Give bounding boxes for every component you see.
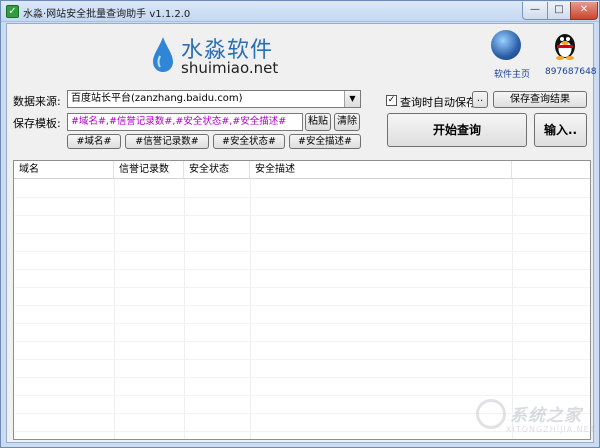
autosave-label: 查询时自动保存 [400,96,477,109]
column-header-domain[interactable]: 域名 [14,161,114,179]
column-divider [184,179,185,439]
row-divider [14,377,590,378]
clear-button[interactable]: 清除 [334,113,360,131]
window-title: 水淼·网站安全批量查询助手 v1.1.2.0 [23,9,191,20]
minimize-button[interactable]: — [522,2,548,20]
logo-domain-text: shuimiao.net [181,59,279,77]
source-select[interactable]: 百度站长平台(zanzhang.baidu.com) ▼ [67,90,361,108]
source-selected-value: 百度站长平台(zanzhang.baidu.com) [71,93,243,104]
token-safety-desc-button[interactable]: #安全描述# [289,134,361,149]
water-drop-icon [153,37,173,72]
qq-number-link[interactable]: 897687648 [545,67,597,77]
row-divider [14,251,590,252]
home-page-link[interactable]: 软件主页 [494,67,530,80]
row-divider [14,269,590,270]
column-divider [250,179,251,439]
title-bar[interactable]: ✓ 水淼·网站安全批量查询助手 v1.1.2.0 — □ ✕ [1,1,599,22]
qq-penguin-icon[interactable] [552,28,578,60]
paste-button[interactable]: 粘贴 [305,113,331,131]
globe-icon[interactable] [491,30,521,60]
check-icon: ✓ [6,5,19,18]
template-label: 保存模板: [13,117,61,130]
brand-logo: 水淼软件 shuimiao.net [147,30,297,80]
column-header-safety-desc[interactable]: 安全描述 [250,161,512,179]
close-button[interactable]: ✕ [570,2,598,20]
row-divider [14,359,590,360]
row-divider [14,215,590,216]
token-safety-status-button[interactable]: #安全状态# [213,134,285,149]
watermark-logo-icon [476,399,506,429]
row-divider [14,197,590,198]
row-divider [14,233,590,234]
column-divider [114,179,115,439]
row-divider [14,305,590,306]
site-watermark: 系统之家 XITONGZHIJIA.NET [466,393,596,443]
watermark-subtext: XITONGZHIJIA.NET [506,425,596,434]
template-input[interactable]: #域名#,#信誉记录数#,#安全状态#,#安全描述# [67,113,303,131]
row-divider [14,341,590,342]
browse-button[interactable]: .. [472,91,488,108]
token-domain-button[interactable]: #域名# [67,134,121,149]
save-results-button[interactable]: 保存查询结果 [493,91,587,108]
column-header-credit-count[interactable]: 信誉记录数 [114,161,184,179]
input-button[interactable]: 输入.. [534,113,587,147]
token-credit-count-button[interactable]: #信誉记录数# [125,134,209,149]
main-panel: 水淼软件 shuimiao.net 软件主页 897687648 数据来源: 百… [6,23,597,443]
source-label: 数据来源: [13,95,61,108]
row-divider [14,323,590,324]
start-query-button[interactable]: 开始查询 [387,113,527,147]
maximize-button[interactable]: □ [547,2,571,20]
app-window: ✓ 水淼·网站安全批量查询助手 v1.1.2.0 — □ ✕ 水淼软件 shui… [0,0,600,448]
row-divider [14,287,590,288]
column-header-safety-status[interactable]: 安全状态 [184,161,250,179]
chevron-down-icon[interactable]: ▼ [344,91,360,107]
watermark-text: 系统之家 [510,406,582,426]
autosave-checkbox[interactable]: ✓ [386,95,397,106]
table-header: 域名 信誉记录数 安全状态 安全描述 [14,161,590,179]
